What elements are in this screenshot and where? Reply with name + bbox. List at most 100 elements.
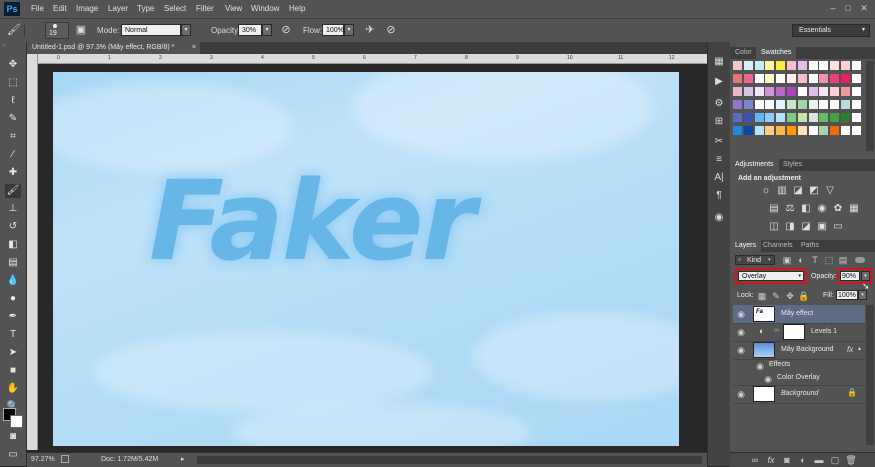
color-swatch[interactable] [819,126,829,135]
color-lookup-icon[interactable]: ▦ [848,203,860,215]
color-swatch[interactable] [819,100,829,109]
color-swatch[interactable] [743,126,753,135]
color-swatch[interactable] [765,74,775,83]
posterize-icon[interactable]: ◨ [784,221,796,233]
color-swatch[interactable] [841,100,850,109]
pen-tool-icon[interactable]: ✒ [5,310,21,324]
dodge-tool-icon[interactable]: ● [5,292,21,306]
color-swatch[interactable] [743,113,753,122]
color-swatch[interactable] [776,87,786,96]
color-swatch[interactable] [808,113,818,122]
chevron-down-icon[interactable]: ▾ [858,290,867,300]
color-swatch[interactable] [819,113,829,122]
color-swatch[interactable] [743,74,753,83]
menu-layer[interactable]: Layer [108,0,128,18]
color-swatch[interactable] [754,61,764,70]
eye-icon[interactable]: ◉ [736,345,746,355]
horizontal-scrollbar[interactable] [197,456,702,464]
brush-panel-icon[interactable]: ⚙ [711,96,727,112]
new-adjustment-icon[interactable]: ◐ [797,454,809,466]
chevron-down-icon[interactable]: ▾ [181,24,191,36]
gradient-tool-icon[interactable]: ▤ [5,256,21,270]
color-swatch[interactable] [754,113,764,122]
menu-view[interactable]: View [225,0,242,18]
color-swatch[interactable] [830,113,840,122]
filter-smart-object-icon[interactable]: ▤ [837,254,849,266]
selective-color-icon[interactable]: ▣ [816,221,828,233]
color-swatch[interactable] [754,74,764,83]
color-balance-icon[interactable]: ⚖ [784,203,796,215]
color-swatch[interactable] [776,74,786,83]
black-white-icon[interactable]: ◧ [800,203,812,215]
color-swatch[interactable] [819,87,829,96]
chain-icon[interactable]: ∞ [774,327,779,334]
brush-preset-picker[interactable]: 19 [45,22,69,39]
healing-brush-tool-icon[interactable]: ✚ [5,166,21,180]
color-swatch[interactable] [787,61,796,70]
menu-file[interactable]: File [31,0,44,18]
tab-swatches[interactable]: Swatches [756,47,797,59]
color-swatch[interactable] [743,87,753,96]
tab-styles[interactable]: Styles [778,159,807,171]
character-panel-icon[interactable]: A| [711,170,727,186]
export-icon[interactable] [61,455,69,463]
paragraph-panel-icon[interactable]: ¶ [711,188,727,204]
channel-mixer-icon[interactable]: ✿ [832,203,844,215]
quick-select-tool-icon[interactable]: ✎ [5,112,21,126]
color-swatch[interactable] [787,126,796,135]
eraser-tool-icon[interactable]: ◧ [5,238,21,252]
color-swatch[interactable] [841,74,850,83]
curves-icon[interactable]: ◪ [792,185,804,197]
color-swatch[interactable] [830,61,840,70]
brush-tool-icon[interactable]: 🖌 [5,184,21,198]
layer-row[interactable]: ◉ Fa Mây effect [733,305,865,324]
layer-opacity-input[interactable]: 90% [840,271,860,281]
color-swatch[interactable] [743,61,753,70]
brush-presets-icon[interactable]: ≡ [711,152,727,168]
color-swatch[interactable] [787,87,796,96]
chevron-down-icon[interactable]: ▾ [344,24,354,36]
color-swatch[interactable] [797,87,807,96]
flow-input[interactable]: 100% [322,24,344,36]
filter-type-icon[interactable]: T [809,254,821,266]
eyedropper-tool-icon[interactable]: ⁄ [5,148,21,162]
layer-row[interactable]: ◉ Background 🔒 [733,385,865,404]
fill-input[interactable]: 100% [836,290,858,300]
color-swatch[interactable] [797,113,807,122]
path-selection-tool-icon[interactable]: ➤ [5,346,21,360]
add-mask-icon[interactable]: ◙ [781,454,793,466]
chevron-down-icon[interactable]: ▾ [861,271,870,281]
pressure-size-icon[interactable]: ⊘ [383,23,399,38]
color-swatch[interactable] [819,74,829,83]
lasso-tool-icon[interactable]: ℓ [5,94,21,108]
layer-row[interactable]: ◉ ◐ ∞ Levels 1 [733,323,865,342]
color-swatch[interactable] [733,87,742,96]
mode-select[interactable]: Normal [121,24,181,36]
blend-mode-select[interactable]: Overlay ▾ [738,271,804,281]
color-swatch[interactable] [754,126,764,135]
color-swatch[interactable] [754,87,764,96]
clone-stamp-tool-icon[interactable]: ⊥ [5,202,21,216]
eye-icon[interactable]: ◉ [736,309,746,319]
color-swatch[interactable] [776,100,786,109]
crop-tool-icon[interactable]: ⌗ [5,130,21,144]
brightness-icon[interactable]: ☼ [760,185,772,197]
color-swatch[interactable] [765,61,775,70]
workspace-select[interactable]: Essentials ▾ [792,24,870,37]
effect-row[interactable]: ◉ Color Overlay [733,372,865,386]
color-swatch[interactable] [776,61,786,70]
lock-transparent-icon[interactable]: ▦ [756,290,768,302]
levels-icon[interactable]: ▥ [776,185,788,197]
trash-icon[interactable]: 🗑 [845,454,857,466]
color-swatch[interactable] [797,74,807,83]
document-tab[interactable]: Untitled-1.psd @ 97.3% (Mây effect, RGB/… [27,42,200,54]
maximize-button[interactable]: □ [842,3,854,14]
blur-tool-icon[interactable]: 💧 [5,274,21,288]
minimize-button[interactable]: – [827,3,839,14]
vibrance-icon[interactable]: ▽ [824,185,836,197]
screen-mode-icon[interactable]: ▭ [5,448,21,462]
pressure-opacity-icon[interactable]: ⊘ [278,23,294,38]
color-swatch[interactable] [841,87,850,96]
menu-select[interactable]: Select [164,0,186,18]
color-swatch[interactable] [787,100,796,109]
